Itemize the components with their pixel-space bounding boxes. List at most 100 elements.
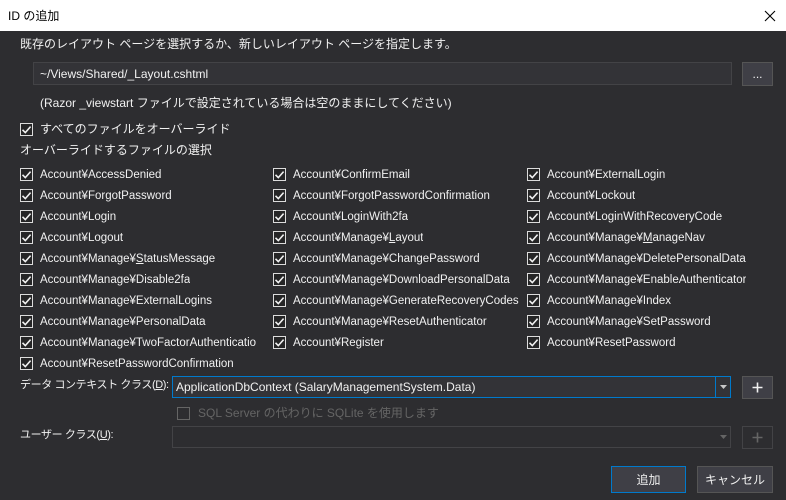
file-checkbox[interactable] (273, 231, 286, 244)
override-file-item[interactable]: Account¥Manage¥EnableAuthenticator (527, 269, 767, 290)
cancel-button[interactable]: キャンセル (697, 466, 773, 493)
file-checkbox[interactable] (273, 189, 286, 202)
file-checkbox[interactable] (20, 210, 33, 223)
data-context-combobox[interactable]: ApplicationDbContext (SalaryManagementSy… (172, 376, 731, 398)
use-sqlite-label[interactable]: SQL Server の代わりに SQLite を使用します (198, 406, 439, 420)
file-checkbox-label[interactable]: Account¥AccessDenied (40, 168, 161, 182)
file-checkbox[interactable] (20, 189, 33, 202)
override-file-item[interactable]: Account¥ResetPassword (527, 332, 767, 353)
file-checkbox[interactable] (273, 294, 286, 307)
override-file-item[interactable]: Account¥Manage¥ResetAuthenticator (273, 311, 527, 332)
override-file-item[interactable]: Account¥Manage¥StatusMessage (20, 248, 273, 269)
file-checkbox[interactable] (20, 252, 33, 265)
override-file-item[interactable]: Account¥Manage¥ManageNav (527, 227, 767, 248)
override-file-item[interactable]: Account¥Logout (20, 227, 273, 248)
file-checkbox[interactable] (527, 273, 540, 286)
file-checkbox[interactable] (273, 336, 286, 349)
file-checkbox[interactable] (527, 231, 540, 244)
use-sqlite-checkbox[interactable] (177, 406, 190, 420)
override-file-item[interactable]: Account¥Manage¥GenerateRecoveryCodes (273, 290, 527, 311)
file-checkbox-label[interactable]: Account¥Manage¥TwoFactorAuthenticatio (40, 336, 256, 350)
file-checkbox[interactable] (527, 210, 540, 223)
override-file-item[interactable]: Account¥LoginWith2fa (273, 206, 527, 227)
file-checkbox-label[interactable]: Account¥LoginWith2fa (293, 210, 408, 224)
override-file-item[interactable]: Account¥Manage¥Disable2fa (20, 269, 273, 290)
file-checkbox[interactable] (527, 168, 540, 181)
close-button[interactable] (755, 1, 785, 30)
file-checkbox-label[interactable]: Account¥Manage¥DownloadPersonalData (293, 273, 510, 287)
file-checkbox-label[interactable]: Account¥Manage¥StatusMessage (40, 252, 215, 266)
file-checkbox[interactable] (20, 336, 33, 349)
file-checkbox[interactable] (527, 294, 540, 307)
override-file-item[interactable]: Account¥LoginWithRecoveryCode (527, 206, 767, 227)
override-file-item[interactable]: Account¥Manage¥DownloadPersonalData (273, 269, 527, 290)
file-checkbox-label[interactable]: Account¥Manage¥Disable2fa (40, 273, 190, 287)
file-checkbox-label[interactable]: Account¥ResetPassword (547, 336, 675, 350)
override-file-item[interactable]: Account¥Lockout (527, 185, 767, 206)
file-checkbox[interactable] (273, 210, 286, 223)
override-file-item[interactable]: Account¥Manage¥ChangePassword (273, 248, 527, 269)
file-checkbox-label[interactable]: Account¥ForgotPasswordConfirmation (293, 189, 490, 203)
file-checkbox[interactable] (527, 336, 540, 349)
override-file-item[interactable]: Account¥ResetPasswordConfirmation (20, 353, 273, 374)
override-file-item[interactable]: Account¥Register (273, 332, 527, 353)
file-checkbox-label[interactable]: Account¥Manage¥PersonalData (40, 315, 206, 329)
file-checkbox[interactable] (273, 168, 286, 181)
override-all-checkbox[interactable] (20, 122, 33, 136)
file-checkbox-label[interactable]: Account¥LoginWithRecoveryCode (547, 210, 722, 224)
file-checkbox-label[interactable]: Account¥ConfirmEmail (293, 168, 410, 182)
override-file-item[interactable]: Account¥Manage¥TwoFactorAuthenticatio (20, 332, 273, 353)
file-checkbox-label[interactable]: Account¥ForgotPassword (40, 189, 172, 203)
file-checkbox-label[interactable]: Account¥Manage¥Layout (293, 231, 423, 245)
add-button[interactable]: 追加 (611, 466, 686, 493)
override-all-label[interactable]: すべてのファイルをオーバーライド (40, 122, 231, 136)
file-checkbox[interactable] (527, 315, 540, 328)
override-all-option[interactable]: すべてのファイルをオーバーライド (20, 122, 231, 136)
override-file-item[interactable]: Account¥Manage¥ExternalLogins (20, 290, 273, 311)
file-checkbox[interactable] (20, 231, 33, 244)
file-checkbox-label[interactable]: Account¥ResetPasswordConfirmation (40, 357, 234, 371)
user-class-combobox[interactable] (172, 426, 731, 448)
file-checkbox[interactable] (20, 315, 33, 328)
user-class-dropdown-toggle[interactable] (715, 427, 730, 447)
override-file-item[interactable]: Account¥AccessDenied (20, 164, 273, 185)
file-checkbox-label[interactable]: Account¥Logout (40, 231, 123, 245)
override-file-item[interactable]: Account¥ExternalLogin (527, 164, 767, 185)
file-checkbox-label[interactable]: Account¥Manage¥ManageNav (547, 231, 705, 245)
file-checkbox[interactable] (273, 252, 286, 265)
file-checkbox-label[interactable]: Account¥Manage¥ResetAuthenticator (293, 315, 487, 329)
file-checkbox-label[interactable]: Account¥Manage¥Index (547, 294, 671, 308)
file-checkbox-label[interactable]: Account¥Register (293, 336, 384, 350)
file-checkbox-label[interactable]: Account¥Manage¥SetPassword (547, 315, 711, 329)
file-checkbox-label[interactable]: Account¥Login (40, 210, 116, 224)
file-checkbox[interactable] (20, 168, 33, 181)
override-file-item[interactable]: Account¥Manage¥Layout (273, 227, 527, 248)
data-context-dropdown-toggle[interactable] (715, 377, 730, 397)
override-file-item[interactable]: Account¥Manage¥PersonalData (20, 311, 273, 332)
file-checkbox-label[interactable]: Account¥Manage¥ChangePassword (293, 252, 480, 266)
override-file-item[interactable]: Account¥ForgotPassword (20, 185, 273, 206)
layout-path-input[interactable] (33, 62, 732, 85)
browse-layout-button[interactable]: ... (742, 62, 773, 86)
file-checkbox[interactable] (273, 315, 286, 328)
file-checkbox[interactable] (527, 189, 540, 202)
use-sqlite-option[interactable]: SQL Server の代わりに SQLite を使用します (177, 406, 439, 420)
file-checkbox-label[interactable]: Account¥Manage¥GenerateRecoveryCodes (293, 294, 519, 308)
file-checkbox[interactable] (527, 252, 540, 265)
file-checkbox[interactable] (273, 273, 286, 286)
file-checkbox[interactable] (20, 273, 33, 286)
override-file-item[interactable]: Account¥Manage¥SetPassword (527, 311, 767, 332)
override-file-item[interactable]: Account¥Login (20, 206, 273, 227)
file-checkbox[interactable] (20, 294, 33, 307)
override-file-item[interactable]: Account¥ConfirmEmail (273, 164, 527, 185)
file-checkbox[interactable] (20, 357, 33, 370)
file-checkbox-label[interactable]: Account¥ExternalLogin (547, 168, 665, 182)
file-checkbox-label[interactable]: Account¥Manage¥ExternalLogins (40, 294, 212, 308)
override-file-item[interactable]: Account¥Manage¥DeletePersonalData (527, 248, 767, 269)
add-data-context-button[interactable] (742, 376, 773, 399)
file-checkbox-label[interactable]: Account¥Lockout (547, 189, 635, 203)
override-file-item[interactable]: Account¥ForgotPasswordConfirmation (273, 185, 527, 206)
file-checkbox-label[interactable]: Account¥Manage¥EnableAuthenticator (547, 273, 746, 287)
override-file-item[interactable]: Account¥Manage¥Index (527, 290, 767, 311)
add-user-class-button[interactable] (742, 426, 773, 449)
